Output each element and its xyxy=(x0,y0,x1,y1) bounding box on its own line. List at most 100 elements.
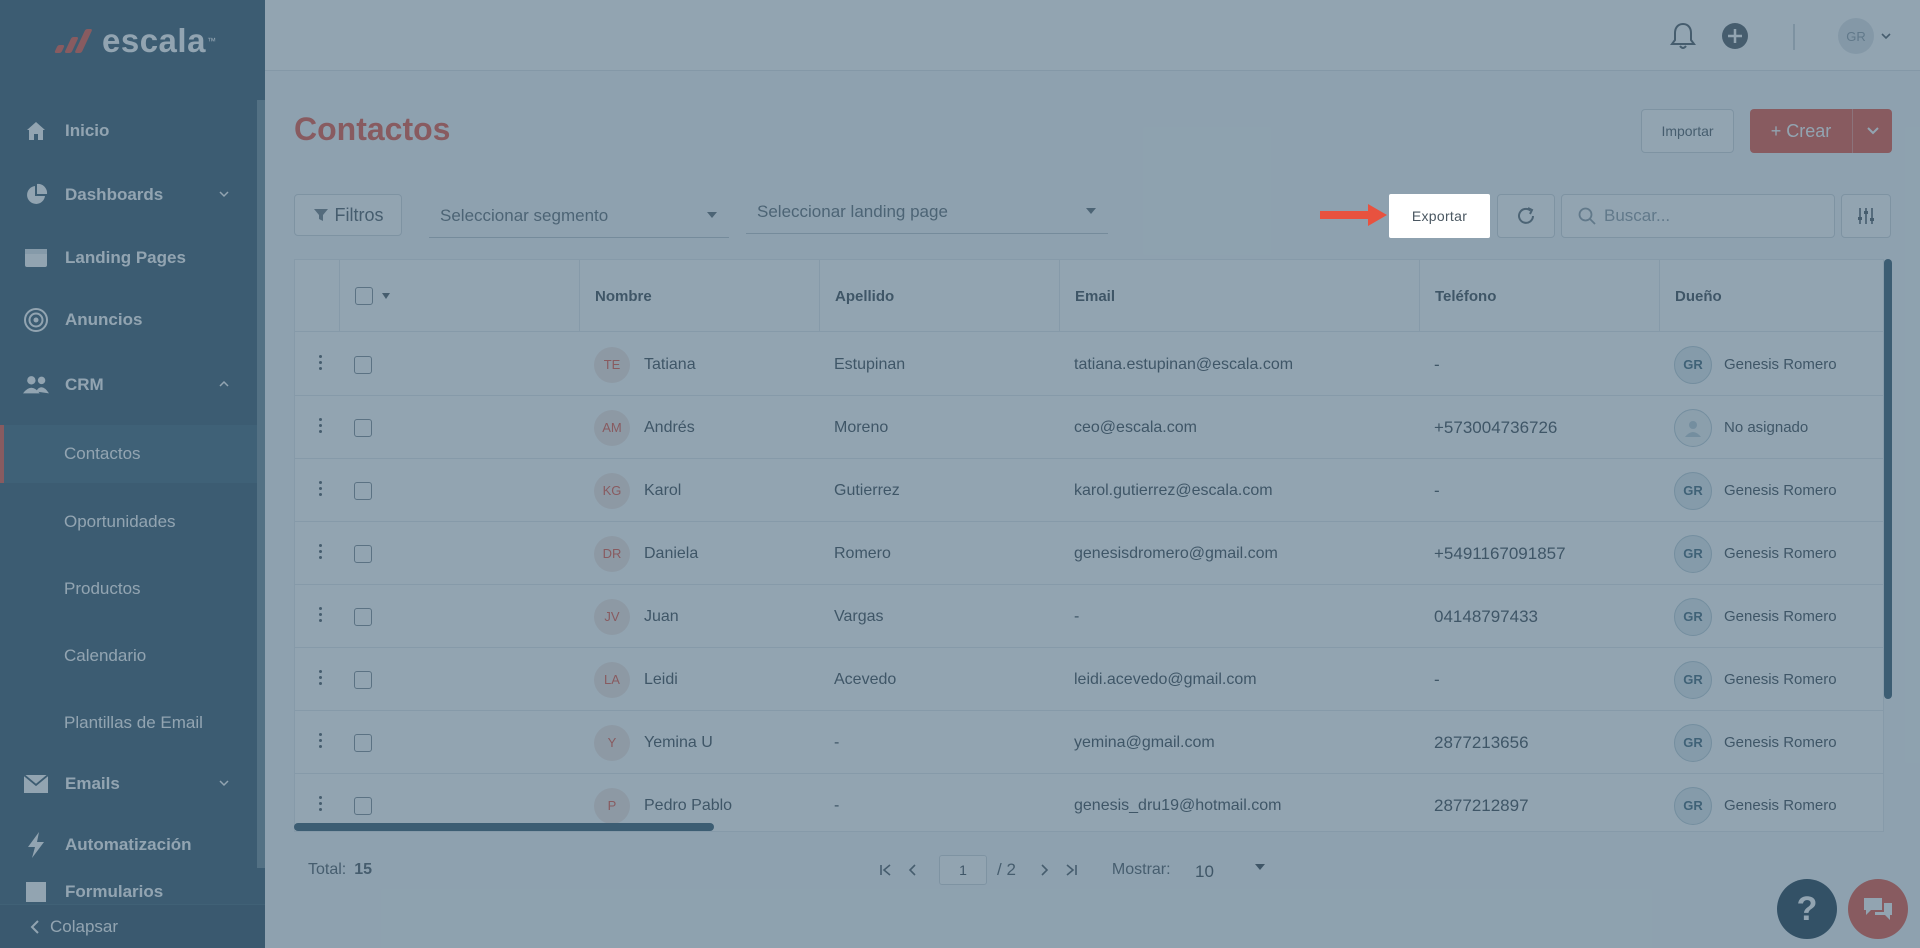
refresh-button[interactable] xyxy=(1497,194,1555,238)
owner-name: Genesis Romero xyxy=(1724,734,1837,751)
contact-last-name: Acevedo xyxy=(834,670,897,688)
table-row[interactable]: DR Daniela Romero genesisdromero@gmail.c… xyxy=(295,522,1883,585)
sidebar-scrollbar[interactable] xyxy=(257,100,265,868)
table-row[interactable]: AM Andrés Moreno ceo@escala.com +5730047… xyxy=(295,396,1883,459)
page-size-select[interactable]: 10 xyxy=(1195,856,1265,888)
row-checkbox[interactable] xyxy=(354,733,372,752)
chevron-down-icon xyxy=(1866,127,1879,135)
caret-down-icon[interactable] xyxy=(381,293,391,299)
contact-initials: Y xyxy=(594,724,630,761)
table-horizontal-scrollbar[interactable] xyxy=(294,823,714,831)
user-avatar[interactable]: GR xyxy=(1838,18,1874,54)
column-header-nombre[interactable]: Nombre xyxy=(579,260,819,332)
row-actions-icon[interactable] xyxy=(317,418,323,438)
contact-first-name[interactable]: Yemina U xyxy=(644,734,713,752)
sidebar-item-label: Dashboards xyxy=(65,185,164,204)
filters-button[interactable]: Filtros xyxy=(294,194,402,236)
landing-page-select-placeholder: Seleccionar landing page xyxy=(757,201,948,221)
row-actions-icon[interactable] xyxy=(317,670,323,690)
search-input[interactable] xyxy=(1604,206,1824,226)
table-row[interactable]: JV Juan Vargas - 04148797433 GR Genesis … xyxy=(295,585,1883,648)
sidebar-item-label: Emails xyxy=(65,774,120,793)
column-header-dueno[interactable]: Dueño xyxy=(1659,260,1883,332)
next-page-button[interactable] xyxy=(1032,853,1058,887)
contact-last-name: Estupinan xyxy=(834,355,906,373)
row-checkbox[interactable] xyxy=(354,355,372,374)
row-actions-icon[interactable] xyxy=(317,607,323,627)
sidebar-item-dashboards[interactable]: Dashboards xyxy=(0,169,257,221)
column-header-apellido[interactable]: Apellido xyxy=(819,260,1059,332)
chevron-right-icon xyxy=(1041,864,1049,876)
last-page-button[interactable] xyxy=(1058,853,1084,887)
chevron-down-icon[interactable] xyxy=(1881,32,1891,40)
row-actions-icon[interactable] xyxy=(317,733,323,753)
table-row[interactable]: Y Yemina U - yemina@gmail.com 2877213656… xyxy=(295,711,1883,774)
sidebar-item-emails[interactable]: Emails xyxy=(0,758,257,810)
landing-page-select[interactable]: Seleccionar landing page xyxy=(746,190,1108,234)
sidebar-item-automatizacion[interactable]: Automatización xyxy=(0,819,257,871)
segment-select[interactable]: Seleccionar segmento xyxy=(429,194,729,238)
column-header-telefono[interactable]: Teléfono xyxy=(1419,260,1659,332)
contact-email: ceo@escala.com xyxy=(1074,418,1197,436)
create-dropdown-button[interactable] xyxy=(1852,109,1892,153)
table-row[interactable]: LA Leidi Acevedo leidi.acevedo@gmail.com… xyxy=(295,648,1883,711)
sidebar-subitem-oportunidades[interactable]: Oportunidades xyxy=(0,493,257,551)
contact-first-name[interactable]: Tatiana xyxy=(644,356,696,374)
row-checkbox[interactable] xyxy=(354,670,372,689)
column-header-email[interactable]: Email xyxy=(1059,260,1419,332)
sidebar-subitem-contactos[interactable]: Contactos xyxy=(0,425,257,483)
contact-first-name[interactable]: Leidi xyxy=(644,671,678,689)
lightning-icon xyxy=(23,832,49,858)
contact-first-name[interactable]: Juan xyxy=(644,608,679,626)
first-page-button[interactable] xyxy=(873,853,899,887)
notifications-button[interactable] xyxy=(1669,22,1697,50)
chat-bubbles-icon xyxy=(1864,898,1892,920)
sidebar-item-landing-pages[interactable]: Landing Pages xyxy=(0,232,257,284)
contact-first-name[interactable]: Andrés xyxy=(644,419,695,437)
export-button[interactable]: Exportar xyxy=(1389,194,1490,238)
page-number-input[interactable] xyxy=(939,855,987,885)
sidebar-item-inicio[interactable]: Inicio xyxy=(0,105,257,157)
contact-email: genesis_dru19@hotmail.com xyxy=(1074,796,1282,814)
quick-add-button[interactable] xyxy=(1721,22,1749,50)
row-checkbox[interactable] xyxy=(354,796,372,815)
contact-first-name[interactable]: Karol xyxy=(644,482,681,500)
help-button[interactable]: ? xyxy=(1777,879,1837,939)
import-button[interactable]: Importar xyxy=(1641,109,1734,153)
row-checkbox[interactable] xyxy=(354,544,372,563)
search-box[interactable] xyxy=(1561,194,1835,238)
row-actions-icon[interactable] xyxy=(317,796,323,816)
row-actions-icon[interactable] xyxy=(317,544,323,564)
row-actions-icon[interactable] xyxy=(317,481,323,501)
show-label: Mostrar: xyxy=(1111,861,1171,878)
table-vertical-scrollbar[interactable] xyxy=(1884,259,1892,699)
column-settings-button[interactable] xyxy=(1841,194,1891,238)
chat-button[interactable] xyxy=(1848,879,1908,939)
prev-page-button[interactable] xyxy=(899,853,925,887)
row-actions-icon[interactable] xyxy=(317,355,323,375)
chevron-up-icon xyxy=(219,380,229,387)
contact-phone: +5491167091857 xyxy=(1434,543,1566,563)
contact-first-name[interactable]: Pedro Pablo xyxy=(644,797,732,815)
brand-logo[interactable]: escala ™ xyxy=(52,22,216,60)
collapse-sidebar-button[interactable]: Colapsar xyxy=(0,904,265,948)
contact-last-name: Romero xyxy=(834,544,891,562)
select-all-checkbox[interactable] xyxy=(355,287,373,305)
contact-first-name[interactable]: Daniela xyxy=(644,545,698,563)
create-button[interactable]: + Crear xyxy=(1750,109,1852,153)
sidebar-item-crm[interactable]: CRM xyxy=(0,359,257,411)
table-row[interactable]: KG Karol Gutierrez karol.gutierrez@escal… xyxy=(295,459,1883,522)
owner-avatar: GR xyxy=(1674,597,1712,636)
sidebar-item-anuncios[interactable]: Anuncios xyxy=(0,294,257,346)
row-checkbox[interactable] xyxy=(354,607,372,626)
row-checkbox[interactable] xyxy=(354,481,372,500)
sidebar-subitem-calendario[interactable]: Calendario xyxy=(0,627,257,685)
sidebar-subitem-plantillas[interactable]: Plantillas de Email xyxy=(0,694,257,752)
sidebar-item-formularios[interactable]: Formularios xyxy=(0,880,257,904)
row-checkbox[interactable] xyxy=(354,418,372,437)
table-row[interactable]: TE Tatiana Estupinan tatiana.estupinan@e… xyxy=(295,333,1883,396)
contact-initials: TE xyxy=(594,346,630,383)
sidebar-subitem-productos[interactable]: Productos xyxy=(0,560,257,618)
contact-initials: DR xyxy=(594,535,630,572)
pagination: / 2 Mostrar: xyxy=(873,853,1171,887)
